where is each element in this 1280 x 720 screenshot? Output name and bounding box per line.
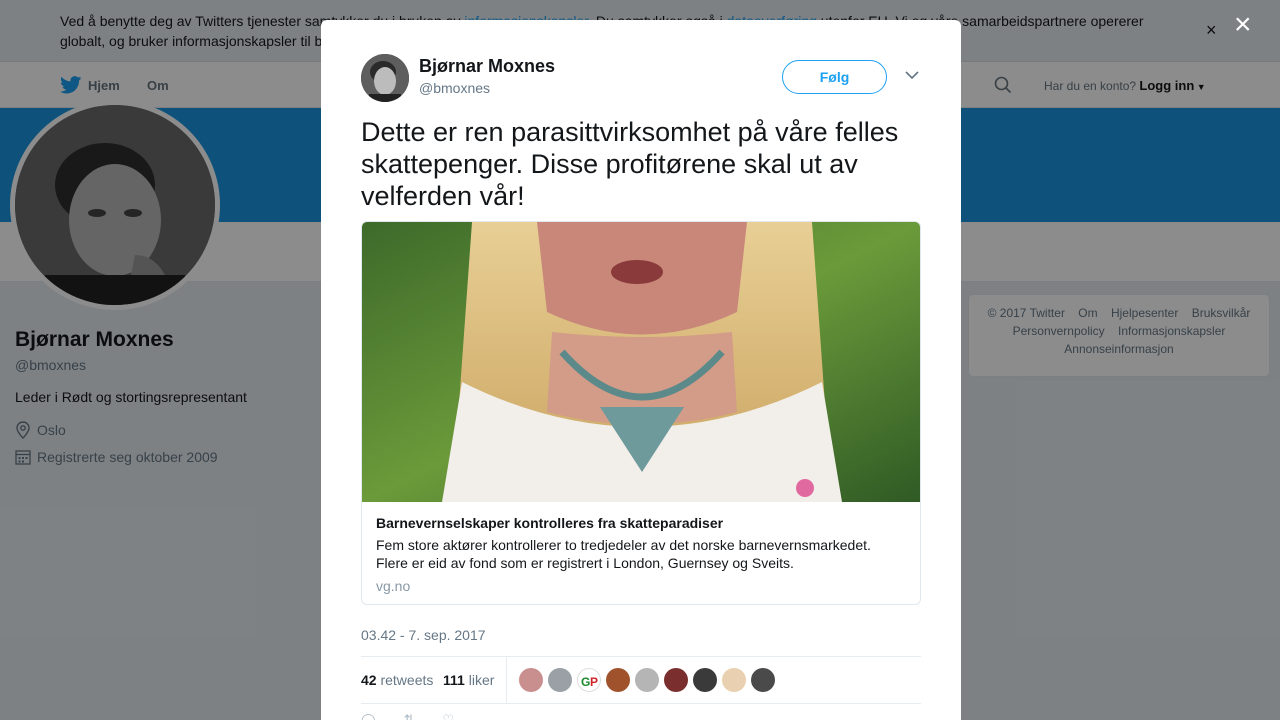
liker-avatar[interactable] (751, 668, 775, 692)
tweet-text: Dette er ren parasittvirksomhet på våre … (361, 117, 899, 211)
liker-avatars: GP (519, 668, 775, 692)
svg-text:G: G (581, 675, 590, 689)
tweet-author-avatar[interactable] (361, 54, 409, 102)
stats-divider (506, 657, 507, 703)
tweet-timestamp: 03.42 - 7. sep. 2017 (361, 627, 486, 643)
tweet-stats: 42 retweets 111 liker GP (361, 656, 921, 704)
liker-avatar[interactable] (519, 668, 543, 692)
like-count: 111 (443, 672, 465, 688)
card-domain: vg.no (376, 578, 411, 594)
liker-avatar[interactable] (606, 668, 630, 692)
liker-avatar[interactable] (635, 668, 659, 692)
tweet-modal: Bjørnar Moxnes @bmoxnes Følg Dette er re… (321, 20, 961, 720)
author-photo (361, 54, 409, 102)
like-icon[interactable]: ♡ (442, 712, 454, 720)
card-image (362, 222, 920, 502)
reply-icon[interactable]: ◯ (361, 712, 376, 720)
liker-avatar[interactable] (548, 668, 572, 692)
follow-button[interactable]: Følg (782, 60, 887, 94)
liker-avatar[interactable] (664, 668, 688, 692)
liker-avatar[interactable] (722, 668, 746, 692)
retweet-label: retweets (380, 672, 434, 688)
card-description: Fem store aktører kontrollerer to tredje… (376, 537, 871, 571)
retweet-count: 42 (361, 672, 377, 688)
tweet-actions: ◯ ⇅ ♡ (361, 712, 454, 720)
retweet-count-link[interactable]: 42 retweets (361, 672, 433, 688)
like-label: liker (468, 672, 495, 688)
tweet-author-handle[interactable]: @bmoxnes (419, 80, 490, 96)
modal-close-button[interactable]: × (1234, 10, 1252, 40)
liker-avatar[interactable] (693, 668, 717, 692)
liker-avatar[interactable]: GP (577, 668, 601, 692)
retweet-icon[interactable]: ⇅ (404, 712, 415, 720)
card-title: Barnevernselskaper kontrolleres fra skat… (376, 515, 724, 531)
svg-text:P: P (590, 675, 598, 689)
like-count-link[interactable]: 111 liker (443, 672, 494, 688)
chevron-down-icon[interactable] (905, 70, 919, 80)
link-card[interactable]: Barnevernselskaper kontrolleres fra skat… (361, 221, 921, 605)
tweet-author-name[interactable]: Bjørnar Moxnes (419, 56, 555, 77)
